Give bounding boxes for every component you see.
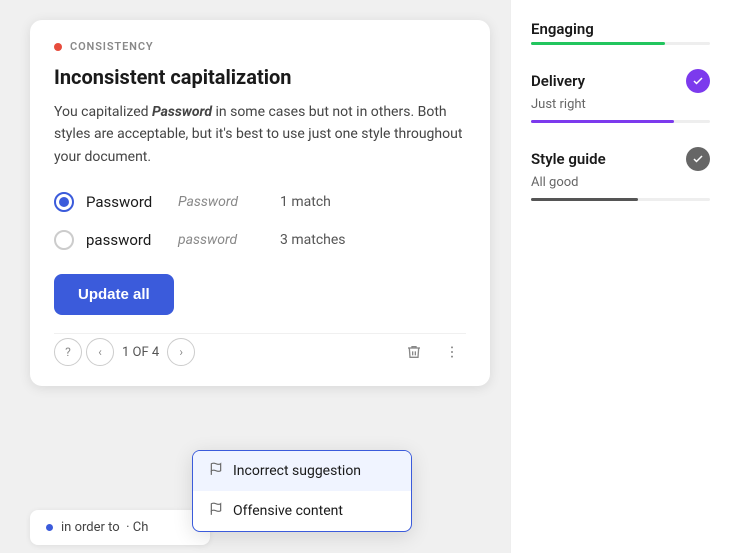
- nav-count: 1 OF 4: [122, 345, 159, 360]
- incorrect-suggestion-item[interactable]: Incorrect suggestion: [193, 451, 411, 491]
- metric-engaging: Engaging: [531, 20, 710, 45]
- option-example-0: Password: [178, 194, 268, 210]
- incorrect-suggestion-label: Incorrect suggestion: [233, 463, 361, 479]
- bottom-text: in order to · Ch: [61, 520, 148, 535]
- metric-style-guide-sub: All good: [531, 175, 710, 190]
- option-label-0: Password: [86, 193, 166, 211]
- metric-engaging-name: Engaging: [531, 20, 594, 38]
- delivery-check-icon: [686, 69, 710, 93]
- option-row-0[interactable]: Password Password 1 match: [54, 188, 466, 216]
- next-button[interactable]: ›: [167, 338, 195, 366]
- offensive-content-label: Offensive content: [233, 503, 343, 519]
- metric-delivery-bar: [531, 120, 710, 123]
- category-label: CONSISTENCY: [70, 40, 154, 53]
- radio-password-lower[interactable]: [54, 230, 74, 250]
- metric-engaging-bar: [531, 42, 710, 45]
- metric-style-guide-fill: [531, 198, 638, 201]
- metric-engaging-fill: [531, 42, 665, 45]
- radio-password-upper[interactable]: [54, 192, 74, 212]
- help-icon[interactable]: ?: [54, 338, 82, 366]
- right-panel: Engaging Delivery Just right Style guide: [510, 0, 730, 553]
- option-label-1: password: [86, 231, 166, 249]
- metric-style-guide-bar: [531, 198, 710, 201]
- consistency-card: CONSISTENCY Inconsistent capitalization …: [30, 20, 490, 386]
- metric-delivery-sub: Just right: [531, 97, 710, 112]
- trash-icon[interactable]: [400, 338, 428, 366]
- options-list: Password Password 1 match password passw…: [54, 188, 466, 254]
- nav-bar: ? ‹ 1 OF 4 ›: [54, 333, 466, 366]
- option-row-1[interactable]: password password 3 matches: [54, 226, 466, 254]
- nav-left: ? ‹ 1 OF 4 ›: [54, 338, 195, 366]
- flag-icon-1: [209, 502, 223, 520]
- metric-engaging-header: Engaging: [531, 20, 710, 38]
- offensive-content-item[interactable]: Offensive content: [193, 491, 411, 531]
- metric-style-guide-name: Style guide: [531, 150, 606, 168]
- category-label-row: CONSISTENCY: [54, 40, 466, 53]
- metric-delivery-header: Delivery: [531, 69, 710, 93]
- metric-delivery-name: Delivery: [531, 72, 585, 90]
- metric-delivery: Delivery Just right: [531, 69, 710, 123]
- metric-style-guide-header: Style guide: [531, 147, 710, 171]
- card-title: Inconsistent capitalization: [54, 65, 466, 89]
- option-count-0: 1 match: [280, 194, 331, 210]
- card-description: You capitalized Password in some cases b…: [54, 101, 466, 168]
- option-example-1: password: [178, 232, 268, 248]
- context-menu: Incorrect suggestion Offensive content: [192, 450, 412, 532]
- metric-style-guide: Style guide All good: [531, 147, 710, 201]
- option-count-1: 3 matches: [280, 232, 346, 248]
- update-all-button[interactable]: Update all: [54, 274, 174, 315]
- more-options-icon[interactable]: [438, 338, 466, 366]
- flag-icon-0: [209, 462, 223, 480]
- metric-delivery-fill: [531, 120, 674, 123]
- bottom-suggestion-row: in order to · Ch: [30, 510, 210, 545]
- bottom-dot: [46, 524, 53, 531]
- style-guide-check-icon: [686, 147, 710, 171]
- nav-right: [400, 338, 466, 366]
- prev-button[interactable]: ‹: [86, 338, 114, 366]
- category-dot: [54, 43, 62, 51]
